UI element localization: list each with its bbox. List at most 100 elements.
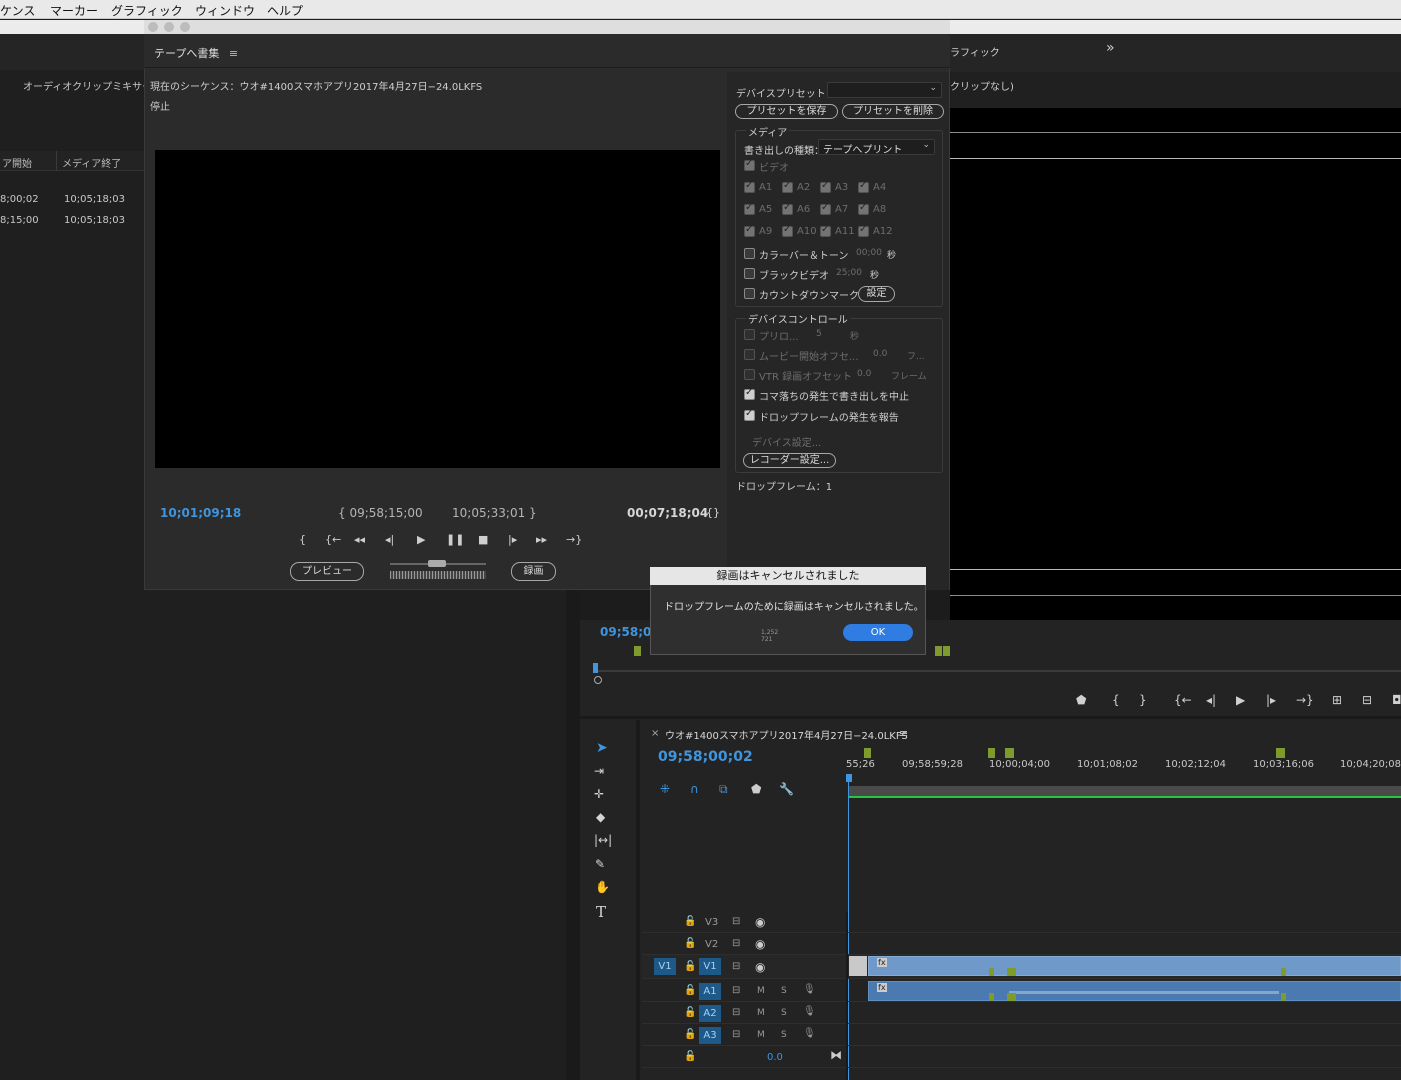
- close-window-icon[interactable]: [148, 22, 158, 32]
- jog-wheel[interactable]: [390, 571, 486, 579]
- current-timecode[interactable]: 10;01;09;18: [160, 506, 241, 520]
- recorder-settings-button[interactable]: レコーダー設定...: [743, 453, 836, 468]
- nest-icon[interactable]: ⁜: [660, 782, 670, 796]
- step-forward-icon[interactable]: |▸: [508, 533, 517, 546]
- mic-icon[interactable]: 🎙: [803, 984, 816, 995]
- sync-lock-icon[interactable]: ⊟: [732, 1029, 740, 1040]
- audio-mixer-tab[interactable]: オーディオクリップミキサー: [23, 78, 152, 93]
- mark-out-icon[interactable]: }: [1139, 693, 1147, 707]
- track-target-v1[interactable]: V1: [699, 958, 721, 975]
- fast-forward-icon[interactable]: ▸▸: [536, 533, 547, 546]
- lock-icon[interactable]: 🔓: [684, 961, 696, 972]
- audio-channel-checkbox[interactable]: [744, 180, 755, 193]
- playhead-icon[interactable]: [593, 663, 598, 673]
- program-ruler[interactable]: [594, 670, 1401, 672]
- black-video-checkbox[interactable]: [744, 268, 755, 279]
- hand-tool-icon[interactable]: ✋: [595, 880, 610, 894]
- menu-window[interactable]: ウィンドウ: [195, 2, 255, 19]
- preroll-field[interactable]: 5: [816, 329, 822, 339]
- marker-icon[interactable]: [988, 748, 995, 758]
- record-button[interactable]: 録画: [511, 562, 556, 581]
- go-to-out-icon[interactable]: →}: [1296, 693, 1314, 707]
- audio-channel-checkbox[interactable]: [782, 180, 793, 193]
- pause-icon[interactable]: ❚❚: [446, 533, 464, 546]
- more-tabs-icon[interactable]: »: [1106, 40, 1115, 56]
- stop-icon[interactable]: ■: [478, 533, 488, 546]
- gap-clip[interactable]: [849, 956, 867, 976]
- play-icon[interactable]: ▶: [1236, 693, 1245, 707]
- play-icon[interactable]: ▶: [417, 533, 425, 546]
- close-sequence-icon[interactable]: ×: [651, 728, 659, 739]
- mic-icon[interactable]: 🎙: [803, 1028, 816, 1039]
- mute-button[interactable]: M: [757, 986, 765, 996]
- track-select-tool-icon[interactable]: ⇥: [594, 764, 604, 778]
- colorbars-checkbox[interactable]: [744, 248, 755, 259]
- go-to-out-icon[interactable]: →}: [566, 533, 582, 546]
- preview-button[interactable]: プレビュー: [290, 562, 364, 581]
- solo-button[interactable]: S: [781, 1030, 787, 1040]
- razor-tool-icon[interactable]: ◆: [596, 810, 605, 824]
- movie-offset-field[interactable]: 0.0: [873, 349, 887, 359]
- add-marker-icon[interactable]: ⬟: [751, 782, 761, 796]
- eye-icon[interactable]: ◉: [755, 960, 765, 974]
- ok-button[interactable]: OK: [843, 624, 913, 641]
- lift-icon[interactable]: ⊞: [1332, 693, 1342, 707]
- vtr-offset-checkbox[interactable]: [744, 369, 755, 380]
- report-dropped-checkbox[interactable]: [744, 408, 755, 421]
- track-target-a3[interactable]: A3: [699, 1027, 721, 1044]
- go-to-end-icon[interactable]: ⧓: [830, 1048, 842, 1062]
- source-patch-v1[interactable]: V1: [654, 958, 676, 975]
- col-media-end[interactable]: メディア終了: [62, 155, 121, 170]
- go-to-in-icon[interactable]: {←: [325, 533, 341, 546]
- panel-divider[interactable]: [580, 716, 1401, 719]
- lock-icon[interactable]: 🔓: [684, 1007, 696, 1018]
- snap-icon[interactable]: ∩: [690, 782, 699, 796]
- duration-timecode[interactable]: 00;07;18;04: [627, 506, 708, 520]
- rewind-icon[interactable]: ◂◂: [354, 533, 365, 546]
- tab-graphics[interactable]: ラフィック: [950, 44, 1000, 59]
- lock-icon[interactable]: 🔓: [684, 916, 696, 927]
- selection-tool-icon[interactable]: ➤: [596, 740, 608, 756]
- track-target-a1[interactable]: A1: [699, 983, 721, 1000]
- countdown-settings-button[interactable]: 設定: [858, 286, 895, 302]
- preroll-checkbox[interactable]: [744, 329, 755, 340]
- mark-in-icon[interactable]: {: [299, 533, 306, 546]
- countdown-checkbox[interactable]: [744, 288, 755, 299]
- audio-channel-checkbox[interactable]: [858, 180, 869, 193]
- marker-icon[interactable]: [864, 748, 871, 758]
- shuttle-jog-control[interactable]: [390, 560, 486, 582]
- audio-clip[interactable]: fx: [868, 981, 1401, 1001]
- audio-channel-checkbox[interactable]: [858, 224, 869, 237]
- sync-lock-icon[interactable]: ⊟: [732, 1007, 740, 1018]
- eye-icon[interactable]: ◉: [755, 937, 765, 951]
- audio-channel-checkbox[interactable]: [782, 202, 793, 215]
- sync-lock-icon[interactable]: ⊟: [732, 961, 740, 972]
- sequence-menu-icon[interactable]: ≡: [899, 727, 908, 740]
- marker-icon[interactable]: [1005, 748, 1014, 758]
- lock-icon[interactable]: 🔓: [684, 938, 696, 949]
- colorbars-duration-field[interactable]: 00;00: [856, 248, 884, 258]
- mute-button[interactable]: M: [757, 1008, 765, 1018]
- video-clip[interactable]: fx: [868, 956, 1401, 976]
- type-tool-icon[interactable]: T: [596, 903, 606, 921]
- delete-preset-button[interactable]: プリセットを削除: [842, 104, 944, 119]
- black-video-duration-field[interactable]: 25;00: [836, 268, 864, 278]
- timeline-timecode[interactable]: 09;58;00;02: [658, 749, 753, 765]
- playhead-icon[interactable]: [846, 774, 852, 782]
- marker-icon[interactable]: [1276, 748, 1285, 758]
- linked-selection-icon[interactable]: ⧉: [719, 782, 728, 797]
- marker-icon[interactable]: [935, 646, 942, 656]
- sequence-tab[interactable]: ウオ#1400スマホアプリ2017年4月27日−24.0LKFS: [665, 727, 908, 742]
- menu-marker[interactable]: マーカー: [50, 2, 98, 19]
- audio-channel-checkbox[interactable]: [858, 202, 869, 215]
- track-target-a2[interactable]: A2: [699, 1005, 721, 1022]
- out-point-timecode[interactable]: 10;05;33;01 }: [452, 506, 537, 520]
- sync-lock-icon[interactable]: ⊟: [732, 985, 740, 996]
- pen-tool-icon[interactable]: ✎: [595, 857, 605, 871]
- panel-divider[interactable]: [566, 590, 580, 1080]
- in-point-timecode[interactable]: { 09;58;15;00: [338, 506, 423, 520]
- audio-channel-checkbox[interactable]: [744, 224, 755, 237]
- mic-icon[interactable]: 🎙: [803, 1006, 816, 1017]
- save-preset-button[interactable]: プリセットを保存: [735, 104, 838, 119]
- col-media-start[interactable]: ア開始: [2, 155, 32, 170]
